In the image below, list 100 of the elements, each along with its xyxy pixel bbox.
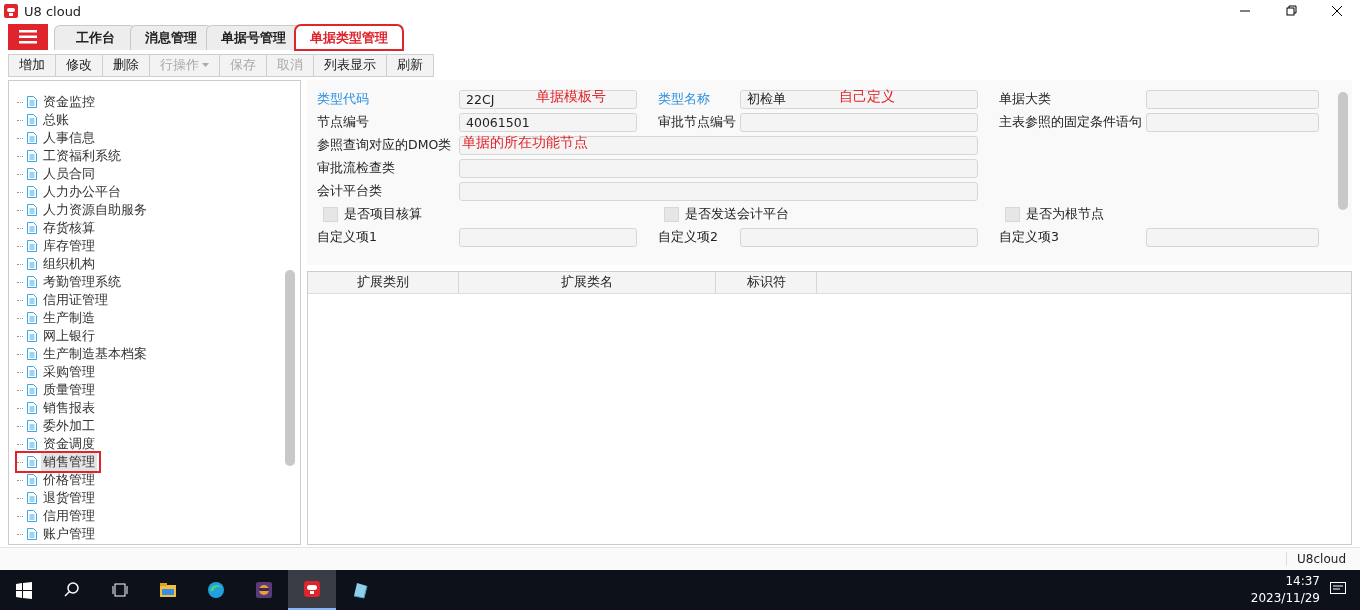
tree-item[interactable]: 销售管理 bbox=[41, 453, 97, 471]
document-icon bbox=[27, 402, 37, 414]
field-value: 40061501 bbox=[466, 115, 530, 130]
tree-item[interactable]: 信用证管理 bbox=[41, 291, 110, 309]
document-icon bbox=[27, 366, 37, 378]
document-icon bbox=[27, 96, 37, 108]
scrollbar-thumb[interactable] bbox=[285, 270, 295, 466]
toolbar-button[interactable]: 修改 bbox=[55, 53, 103, 77]
task-view-icon[interactable] bbox=[111, 581, 129, 599]
input-field[interactable]: 初检单 自己定义 bbox=[740, 90, 978, 109]
input-field[interactable]: 单据的所在功能节点 bbox=[459, 136, 978, 155]
document-icon bbox=[27, 492, 37, 504]
checkbox[interactable] bbox=[323, 207, 338, 222]
scrollbar-thumb[interactable] bbox=[1338, 92, 1348, 210]
tree-item[interactable]: 总账 bbox=[41, 111, 71, 129]
tree-item[interactable]: 库存管理 bbox=[41, 237, 97, 255]
field-label: 类型代码 bbox=[317, 91, 370, 108]
toolbar-button[interactable]: 删除 bbox=[102, 53, 150, 77]
input-field[interactable] bbox=[740, 228, 978, 247]
menu-button[interactable] bbox=[8, 24, 48, 50]
browser-icon[interactable] bbox=[207, 581, 225, 599]
document-icon bbox=[27, 294, 37, 306]
tree-item[interactable]: 资金监控 bbox=[41, 93, 97, 111]
input-field[interactable] bbox=[1146, 90, 1319, 109]
window-title: U8 cloud bbox=[24, 3, 82, 19]
input-field[interactable] bbox=[459, 159, 978, 178]
toolbar-button[interactable]: 刷新 bbox=[386, 53, 434, 77]
field-label: 审批节点编号 bbox=[658, 114, 737, 131]
tree-item[interactable]: 生产制造基本档案 bbox=[41, 345, 149, 363]
tree-item[interactable]: 采购管理 bbox=[41, 363, 97, 381]
windows-start-icon[interactable] bbox=[15, 581, 33, 599]
tree-item[interactable]: 生产制造 bbox=[41, 309, 97, 327]
tree-item[interactable]: 考勤管理系统 bbox=[41, 273, 123, 291]
document-icon bbox=[27, 312, 37, 324]
cloud-app-icon[interactable] bbox=[303, 580, 321, 598]
toolbar-button[interactable]: 列表显示 bbox=[313, 53, 387, 77]
document-icon bbox=[27, 240, 37, 252]
field-label: 自定义项1 bbox=[317, 229, 378, 246]
document-icon bbox=[27, 222, 37, 234]
field-label: 单据大类 bbox=[999, 91, 1052, 108]
app-logo-icon bbox=[4, 4, 18, 18]
tree-item[interactable]: 退货管理 bbox=[41, 489, 97, 507]
checkbox-label: 是否为根节点 bbox=[1026, 206, 1104, 223]
field-label: 类型名称 bbox=[658, 91, 711, 108]
input-field[interactable] bbox=[459, 228, 637, 247]
input-field[interactable] bbox=[459, 182, 978, 201]
document-icon bbox=[27, 528, 37, 540]
notepad-icon[interactable] bbox=[351, 581, 369, 599]
annotation-text: 自己定义 bbox=[839, 88, 895, 106]
tree-item[interactable]: 账户管理 bbox=[41, 525, 97, 543]
tree-item[interactable]: 组织机构 bbox=[41, 255, 97, 273]
toolbar-button[interactable]: 增加 bbox=[8, 53, 56, 77]
tree-item[interactable]: 信用管理 bbox=[41, 507, 97, 525]
checkbox[interactable] bbox=[664, 207, 679, 222]
input-field[interactable]: 22CJ 单据模板号 bbox=[459, 90, 637, 109]
caret-icon bbox=[202, 63, 209, 67]
tree-item[interactable]: 委外加工 bbox=[41, 417, 97, 435]
document-icon bbox=[27, 168, 37, 180]
search-icon[interactable] bbox=[63, 581, 81, 599]
tree-item[interactable]: 价格管理 bbox=[41, 471, 97, 489]
field-value: 初检单 bbox=[747, 91, 786, 108]
annotation-text: 单据的所在功能节点 bbox=[462, 134, 588, 152]
status-text: U8cloud bbox=[1286, 552, 1360, 566]
tree-item[interactable]: 人事信息 bbox=[41, 129, 97, 147]
document-icon bbox=[27, 114, 37, 126]
field-value: 22CJ bbox=[466, 92, 495, 107]
tab[interactable]: 单据类型管理 bbox=[295, 25, 403, 50]
menu-icon bbox=[19, 30, 37, 44]
notification-icon[interactable] bbox=[1330, 582, 1346, 596]
field-label: 参照查询对应的DMO类 bbox=[317, 137, 453, 154]
document-icon bbox=[27, 348, 37, 360]
document-icon bbox=[27, 420, 37, 432]
folder-icon[interactable] bbox=[159, 581, 177, 599]
field-label: 自定义项3 bbox=[999, 229, 1060, 246]
input-field[interactable] bbox=[740, 113, 978, 132]
field-label: 审批流检查类 bbox=[317, 160, 396, 177]
input-field[interactable] bbox=[1146, 113, 1319, 132]
tree-item[interactable]: 销售报表 bbox=[41, 399, 97, 417]
tree-item[interactable]: 人力办公平台 bbox=[41, 183, 123, 201]
game-icon[interactable] bbox=[255, 581, 273, 599]
document-icon bbox=[27, 132, 37, 144]
tree-item[interactable]: 质量管理 bbox=[41, 381, 97, 399]
tree-item[interactable]: 存货核算 bbox=[41, 219, 97, 237]
checkbox[interactable] bbox=[1005, 207, 1020, 222]
tree-item[interactable]: 工资福利系统 bbox=[41, 147, 123, 165]
document-icon bbox=[27, 186, 37, 198]
document-icon bbox=[27, 384, 37, 396]
field-label: 会计平台类 bbox=[317, 183, 383, 200]
document-icon bbox=[27, 276, 37, 288]
tree-item[interactable]: 人力资源自助服务 bbox=[41, 201, 149, 219]
annotation-text: 单据模板号 bbox=[536, 88, 606, 106]
document-icon bbox=[27, 330, 37, 342]
tree-item[interactable]: 网上银行 bbox=[41, 327, 97, 345]
tree-item[interactable]: 人员合同 bbox=[41, 165, 97, 183]
document-icon bbox=[27, 474, 37, 486]
checkbox-label: 是否发送会计平台 bbox=[685, 206, 789, 223]
input-field[interactable]: 40061501 bbox=[459, 113, 637, 132]
tree-item[interactable]: 资金调度 bbox=[41, 435, 97, 453]
document-icon bbox=[27, 204, 37, 216]
input-field[interactable] bbox=[1146, 228, 1319, 247]
